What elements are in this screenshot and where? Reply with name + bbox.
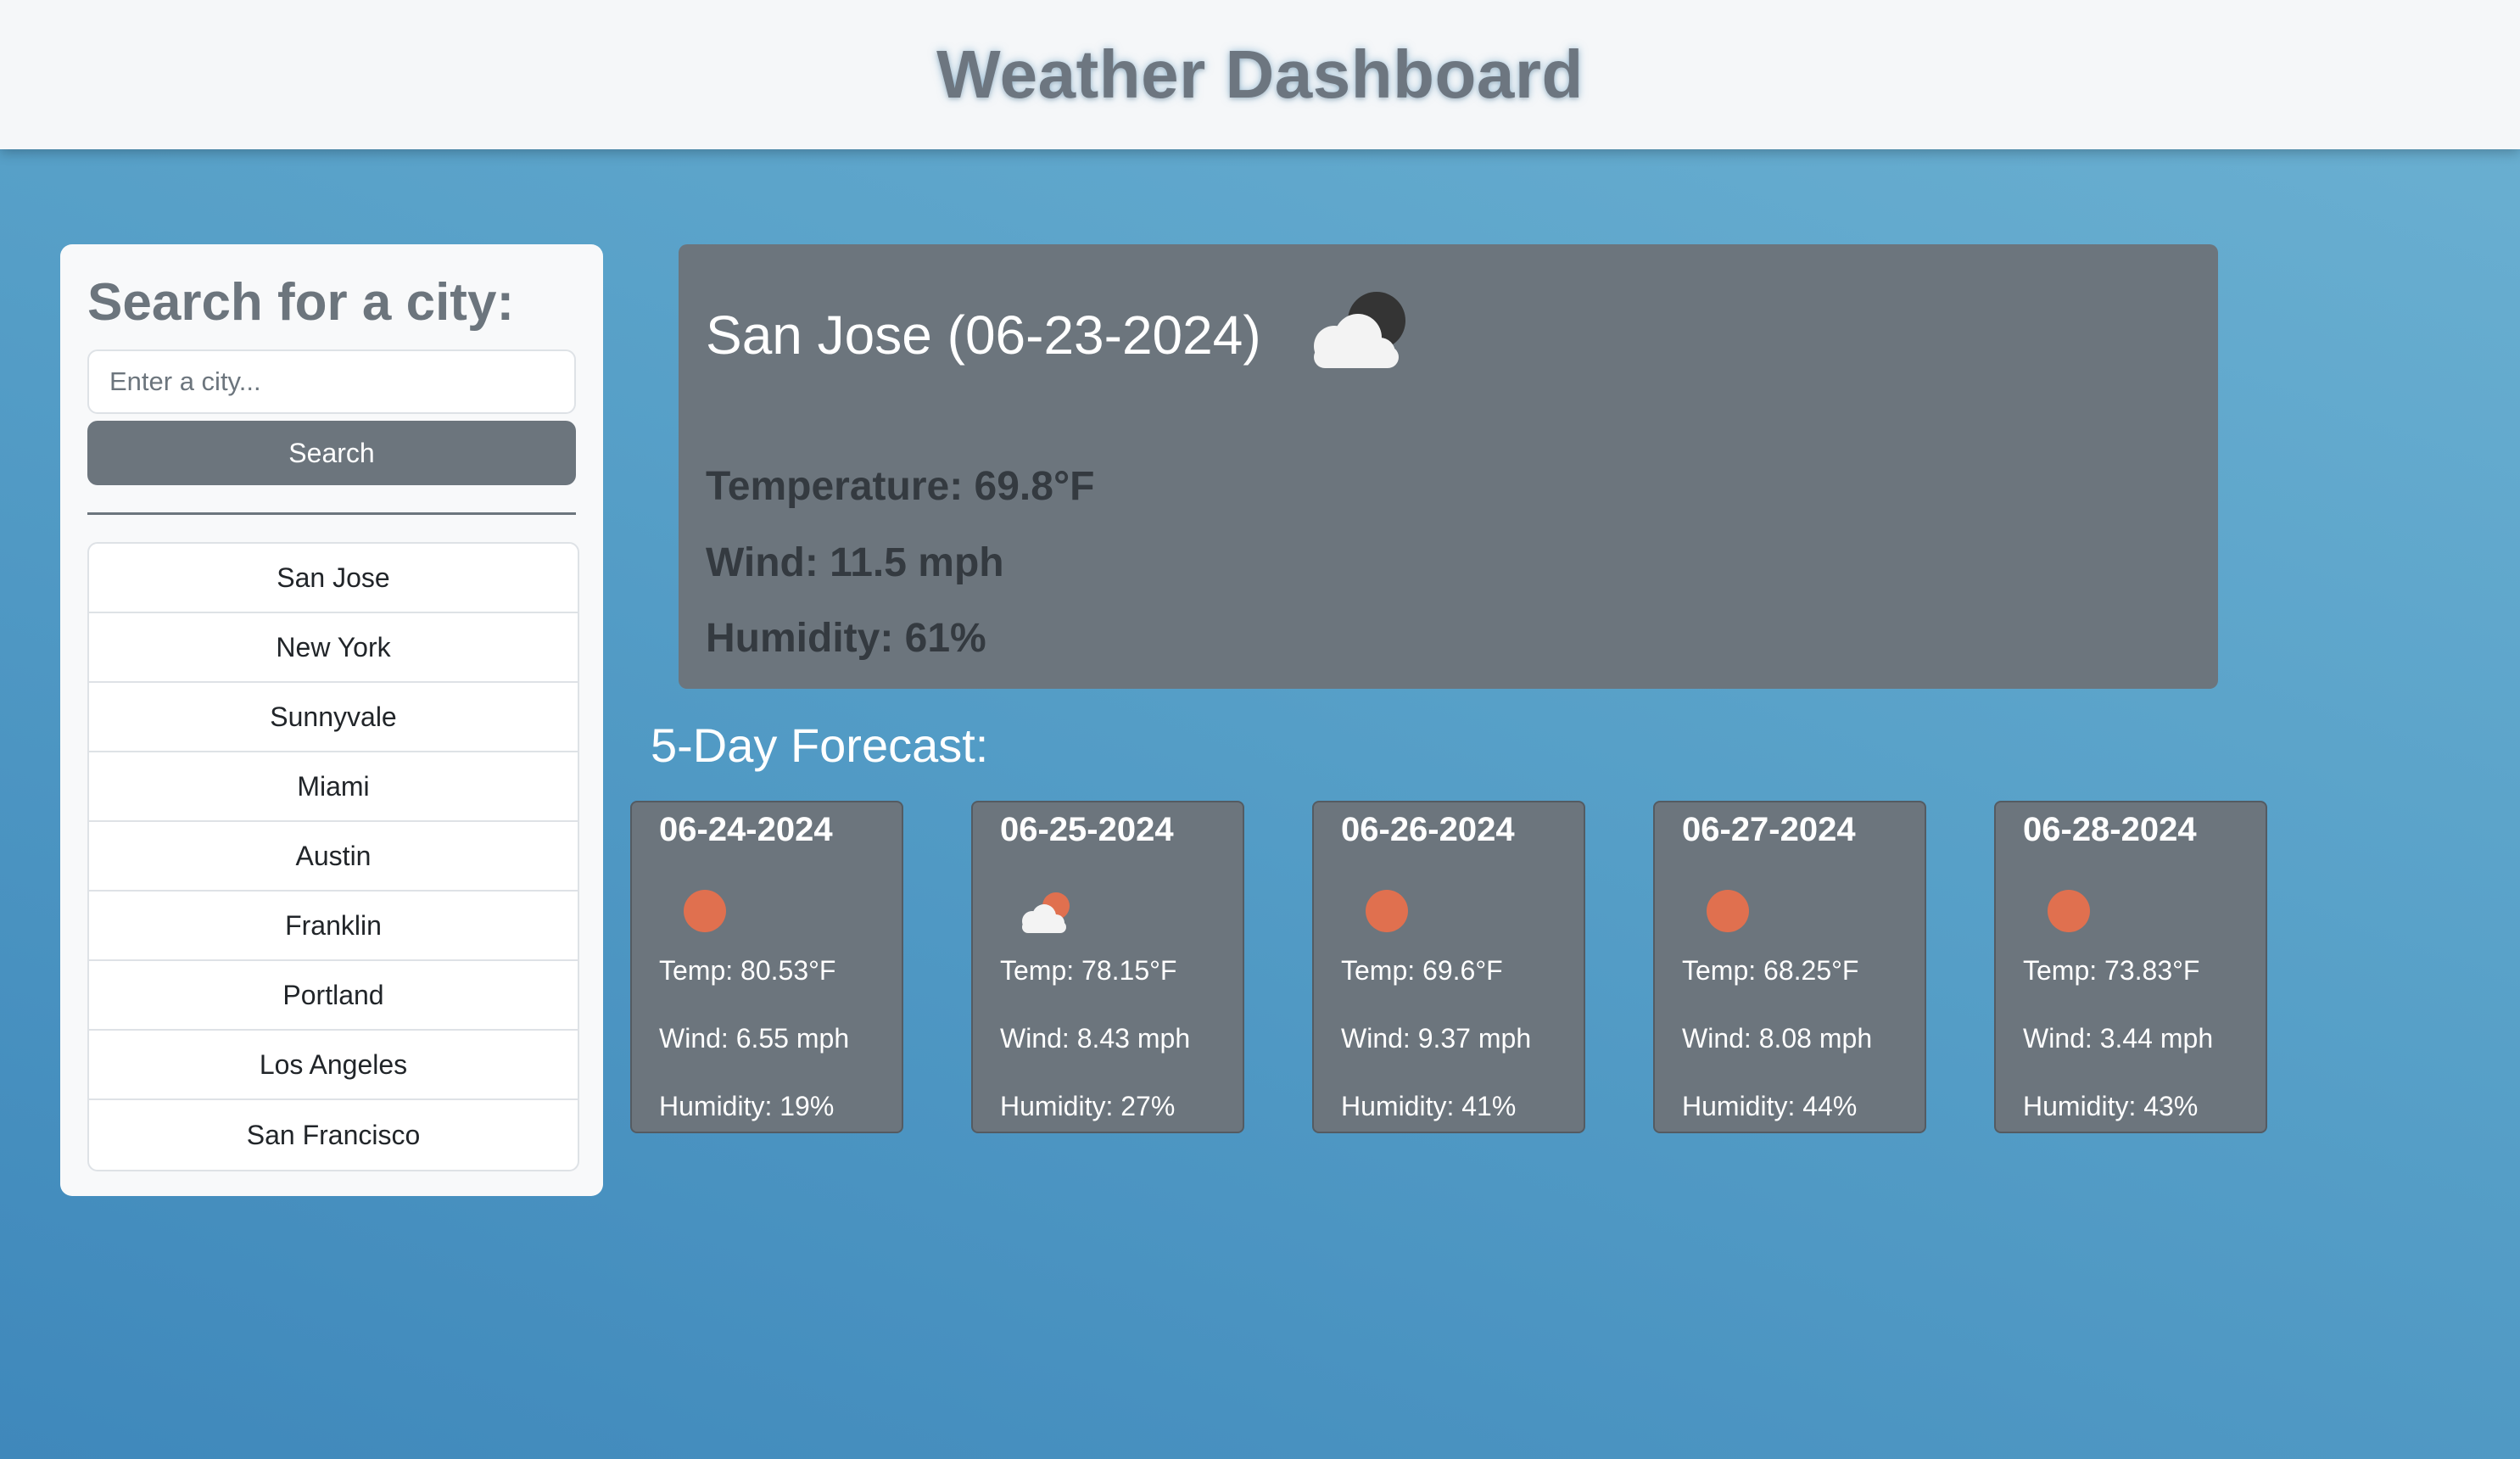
- forecast-wind: Wind: 8.43 mph: [1000, 1023, 1191, 1054]
- forecast-humidity: Humidity: 19%: [659, 1091, 835, 1121]
- forecast-temp: Temp: 68.25°F: [1682, 955, 1859, 986]
- search-heading: Search for a city:: [87, 273, 515, 332]
- forecast-card: 06-28-2024 Temp: 73.83°F Wind: 3.44 mph …: [1994, 801, 2267, 1133]
- page-title: Weather Dashboard: [936, 36, 1584, 112]
- current-humidity: Humidity: 61%: [706, 616, 986, 661]
- history-city-button[interactable]: Sunnyvale: [89, 683, 578, 752]
- forecast-wind: Wind: 3.44 mph: [2023, 1023, 2214, 1054]
- current-temperature: Temperature: 69.8°F: [706, 464, 1095, 509]
- sun-icon: [1366, 890, 1408, 932]
- forecast-temp: Temp: 73.83°F: [2023, 955, 2200, 986]
- search-history-list: San Jose New York Sunnyvale Miami Austin…: [87, 542, 579, 1171]
- forecast-card: 06-25-2024 Temp: 78.15°F Wind: 8.43 mph …: [971, 801, 1244, 1133]
- forecast-humidity: Humidity: 44%: [1682, 1091, 1858, 1121]
- forecast-card: 06-27-2024 Temp: 68.25°F Wind: 8.08 mph …: [1653, 801, 1926, 1133]
- forecast-date: 06-24-2024: [659, 811, 833, 848]
- forecast-temp: Temp: 69.6°F: [1341, 955, 1503, 986]
- history-city-button[interactable]: Miami: [89, 752, 578, 822]
- search-sidebar: Search for a city: Search San Jose New Y…: [60, 244, 603, 1196]
- forecast-wind: Wind: 6.55 mph: [659, 1023, 850, 1054]
- sun-icon: [1707, 890, 1749, 932]
- forecast-card: 06-24-2024 Temp: 80.53°F Wind: 6.55 mph …: [630, 801, 903, 1133]
- search-button[interactable]: Search: [87, 421, 576, 485]
- forecast-heading: 5-Day Forecast:: [651, 718, 989, 772]
- history-city-button[interactable]: Los Angeles: [89, 1031, 578, 1100]
- forecast-card: 06-26-2024 Temp: 69.6°F Wind: 9.37 mph H…: [1312, 801, 1585, 1133]
- forecast-date: 06-25-2024: [1000, 811, 1174, 848]
- forecast-wind: Wind: 9.37 mph: [1341, 1023, 1532, 1054]
- forecast-humidity: Humidity: 43%: [2023, 1091, 2199, 1121]
- history-city-button[interactable]: Franklin: [89, 892, 578, 961]
- forecast-date: 06-27-2024: [1682, 811, 1856, 848]
- sidebar-divider: [87, 512, 576, 515]
- city-search-input[interactable]: [87, 349, 576, 414]
- history-city-button[interactable]: New York: [89, 613, 578, 683]
- forecast-date: 06-28-2024: [2023, 811, 2197, 848]
- sun-icon: [2048, 890, 2090, 932]
- forecast-wind: Wind: 8.08 mph: [1682, 1023, 1873, 1054]
- forecast-temp: Temp: 78.15°F: [1000, 955, 1177, 986]
- forecast-temp: Temp: 80.53°F: [659, 955, 836, 986]
- history-city-button[interactable]: San Jose: [89, 544, 578, 613]
- forecast-date: 06-26-2024: [1341, 811, 1515, 848]
- forecast-humidity: Humidity: 41%: [1341, 1091, 1517, 1121]
- current-city-date: San Jose (06-23-2024): [706, 305, 1261, 366]
- partly-cloudy-day-icon: [1022, 892, 1070, 933]
- partly-cloudy-night-icon: [1313, 292, 1405, 368]
- page-header: Weather Dashboard: [0, 0, 2520, 149]
- sun-icon: [684, 890, 726, 932]
- current-weather-card: San Jose (06-23-2024) Temperature: 69.8°…: [679, 244, 2218, 689]
- history-city-button[interactable]: Austin: [89, 822, 578, 892]
- history-city-button[interactable]: Portland: [89, 961, 578, 1031]
- current-wind: Wind: 11.5 mph: [706, 540, 1004, 585]
- forecast-humidity: Humidity: 27%: [1000, 1091, 1176, 1121]
- history-city-button[interactable]: San Francisco: [89, 1100, 578, 1170]
